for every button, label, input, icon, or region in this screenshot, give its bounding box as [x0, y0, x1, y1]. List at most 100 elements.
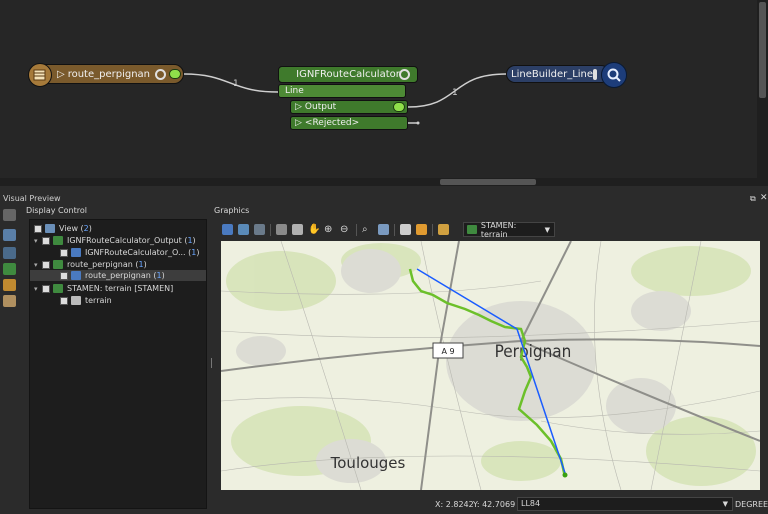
- canvas-hscroll-thumb[interactable]: [440, 179, 536, 185]
- output-expand-icon[interactable]: ▷: [295, 102, 302, 112]
- tree-label: IGNFRouteCalculator_O... (: [85, 248, 192, 257]
- pane-splitter[interactable]: [0, 187, 768, 192]
- tree-row-terrain[interactable]: terrain: [60, 295, 112, 306]
- collapse-icon[interactable]: ▾: [34, 285, 42, 293]
- y-value: 42.7069: [482, 500, 516, 509]
- workspace-canvas[interactable]: ▷ route_perpignan 1 IGNFRouteCalculator …: [0, 0, 768, 178]
- calculator-geometry-checkbox[interactable]: [60, 248, 68, 257]
- basemap-icon: [53, 284, 63, 293]
- canvas-horizontal-scrollbar[interactable]: [0, 178, 768, 186]
- vehicle-icon[interactable]: [254, 224, 265, 235]
- collapse-icon[interactable]: ▾: [34, 261, 42, 269]
- select-icon[interactable]: [222, 224, 233, 235]
- tree-suffix: ): [192, 236, 196, 245]
- tree-label: route_perpignan (: [85, 271, 157, 280]
- tree-label: View (: [59, 224, 84, 233]
- tree-row-view[interactable]: View ( 2 ): [34, 223, 92, 234]
- search-icon[interactable]: ⌕: [362, 224, 373, 235]
- x-value: 2.8242: [445, 500, 474, 509]
- pin-icon[interactable]: [3, 295, 16, 307]
- chevron-down-icon: ▼: [544, 225, 550, 234]
- transformer-output-port[interactable]: ▷ Output: [290, 100, 408, 114]
- status-y: Y: 42.7069: [473, 500, 515, 509]
- reader-expand-icon[interactable]: ▷: [57, 69, 65, 80]
- writer-inspector-icon: [601, 62, 627, 88]
- status-x: X: 2.8242: [435, 500, 474, 509]
- pan-hand-icon[interactable]: ✋: [308, 224, 320, 235]
- route-geometry-checkbox[interactable]: [60, 271, 68, 280]
- view-checkbox[interactable]: [34, 224, 42, 233]
- basemap-swatch-icon: [467, 225, 477, 234]
- tree-row-calculator-output-geometry[interactable]: IGNFRouteCalculator_O... ( 1 ): [60, 247, 199, 258]
- reader-label: route_perpignan: [67, 68, 151, 80]
- tree-row-calculator-output[interactable]: ▾ IGNFRouteCalculator_Output ( 1 ): [34, 235, 196, 246]
- feature-type-icon: [53, 236, 63, 245]
- basemap-select[interactable]: STAMEN: terrain ▼: [463, 220, 555, 239]
- zoom-extent-icon[interactable]: [378, 224, 389, 235]
- filter-icon[interactable]: [416, 224, 427, 235]
- identify-icon[interactable]: [238, 224, 249, 235]
- measure-icon[interactable]: [276, 224, 287, 235]
- tree-row-route-perpignan-geometry[interactable]: route_perpignan ( 1 ): [30, 270, 206, 281]
- display-control-toggle-icon[interactable]: [3, 209, 16, 221]
- route-end-point[interactable]: [562, 472, 568, 478]
- close-pane-icon[interactable]: ✕: [760, 193, 768, 203]
- zoom-in-icon[interactable]: ⊕: [324, 224, 335, 235]
- canvas-vscroll-thumb[interactable]: [759, 2, 766, 98]
- transformer-node-header[interactable]: IGNFRouteCalculator: [278, 66, 418, 83]
- display-control-title: Display Control: [26, 206, 87, 215]
- reader-node[interactable]: ▷ route_perpignan: [28, 63, 184, 87]
- output-inspect-icon[interactable]: [393, 102, 405, 112]
- tree-suffix: ): [143, 260, 147, 269]
- float-pane-icon[interactable]: ⧉: [750, 194, 756, 204]
- stamen-checkbox[interactable]: [42, 284, 50, 293]
- basemap-select-value: STAMEN: terrain: [480, 220, 517, 239]
- writer-gear-icon[interactable]: [593, 68, 598, 80]
- select-features-icon[interactable]: [400, 224, 411, 235]
- reader-database-icon: [28, 63, 52, 87]
- display-control-tree[interactable]: View ( 2 ) ▾ IGNFRouteCalculator_Output …: [29, 219, 207, 509]
- raster-icon: [71, 296, 81, 305]
- layers-icon[interactable]: [3, 279, 16, 291]
- status-bar: X: 2.8242 Y: 42.7069 LL84 ▼ DEGREE: [221, 494, 768, 514]
- town-label: Toulouges: [330, 454, 406, 472]
- transformer-gear-icon[interactable]: [399, 69, 410, 80]
- tree-suffix: ): [196, 248, 200, 257]
- calculator-output-checkbox[interactable]: [42, 236, 50, 245]
- geometry-icon: [71, 248, 81, 257]
- writer-node[interactable]: LineBuilder_Line: [506, 62, 627, 88]
- feature-info-icon[interactable]: [3, 263, 16, 275]
- reader-gear-icon[interactable]: [155, 68, 166, 80]
- reader-inspect-icon[interactable]: [169, 69, 181, 79]
- feature-type-icon: [53, 260, 63, 269]
- crs-value: LL84: [521, 499, 541, 508]
- map-view[interactable]: A 9 Perpignan Toulouges: [221, 241, 760, 490]
- canvas-vertical-scrollbar[interactable]: [757, 0, 768, 178]
- tree-label: terrain: [85, 296, 112, 305]
- tree-suffix: ): [161, 271, 165, 280]
- crs-select[interactable]: LL84 ▼: [517, 497, 733, 511]
- zoom-out-icon[interactable]: ⊖: [340, 224, 351, 235]
- rejected-expand-icon[interactable]: ▷: [295, 118, 302, 128]
- tree-row-route-perpignan[interactable]: ▾ route_perpignan ( 1 ): [34, 259, 147, 270]
- graphics-title: Graphics: [214, 206, 250, 215]
- collapse-icon[interactable]: ▾: [34, 237, 42, 245]
- panel-splitter[interactable]: [210, 220, 214, 510]
- table-view-icon[interactable]: [3, 229, 16, 241]
- tree-label: route_perpignan (: [67, 260, 139, 269]
- transformer-input-port[interactable]: Line: [278, 84, 406, 98]
- map-svg: A 9 Perpignan Toulouges: [221, 241, 760, 490]
- visual-preview-title: Visual Preview: [3, 194, 61, 203]
- output-port-label: Output: [304, 102, 337, 112]
- route-perpignan-checkbox[interactable]: [42, 260, 50, 269]
- transformer-rejected-port[interactable]: ▷ <Rejected>: [290, 116, 408, 130]
- tree-suffix: ): [88, 224, 92, 233]
- connection-reader-to-calculator[interactable]: [183, 73, 279, 93]
- pointer-icon[interactable]: [292, 224, 303, 235]
- view-icon: [45, 224, 55, 233]
- grid-view-icon[interactable]: [3, 247, 16, 259]
- terrain-checkbox[interactable]: [60, 296, 68, 305]
- tree-row-stamen-terrain[interactable]: ▾ STAMEN: terrain [STAMEN]: [34, 283, 173, 294]
- x-label: X:: [435, 500, 444, 509]
- basemap-grid-icon[interactable]: [438, 224, 449, 235]
